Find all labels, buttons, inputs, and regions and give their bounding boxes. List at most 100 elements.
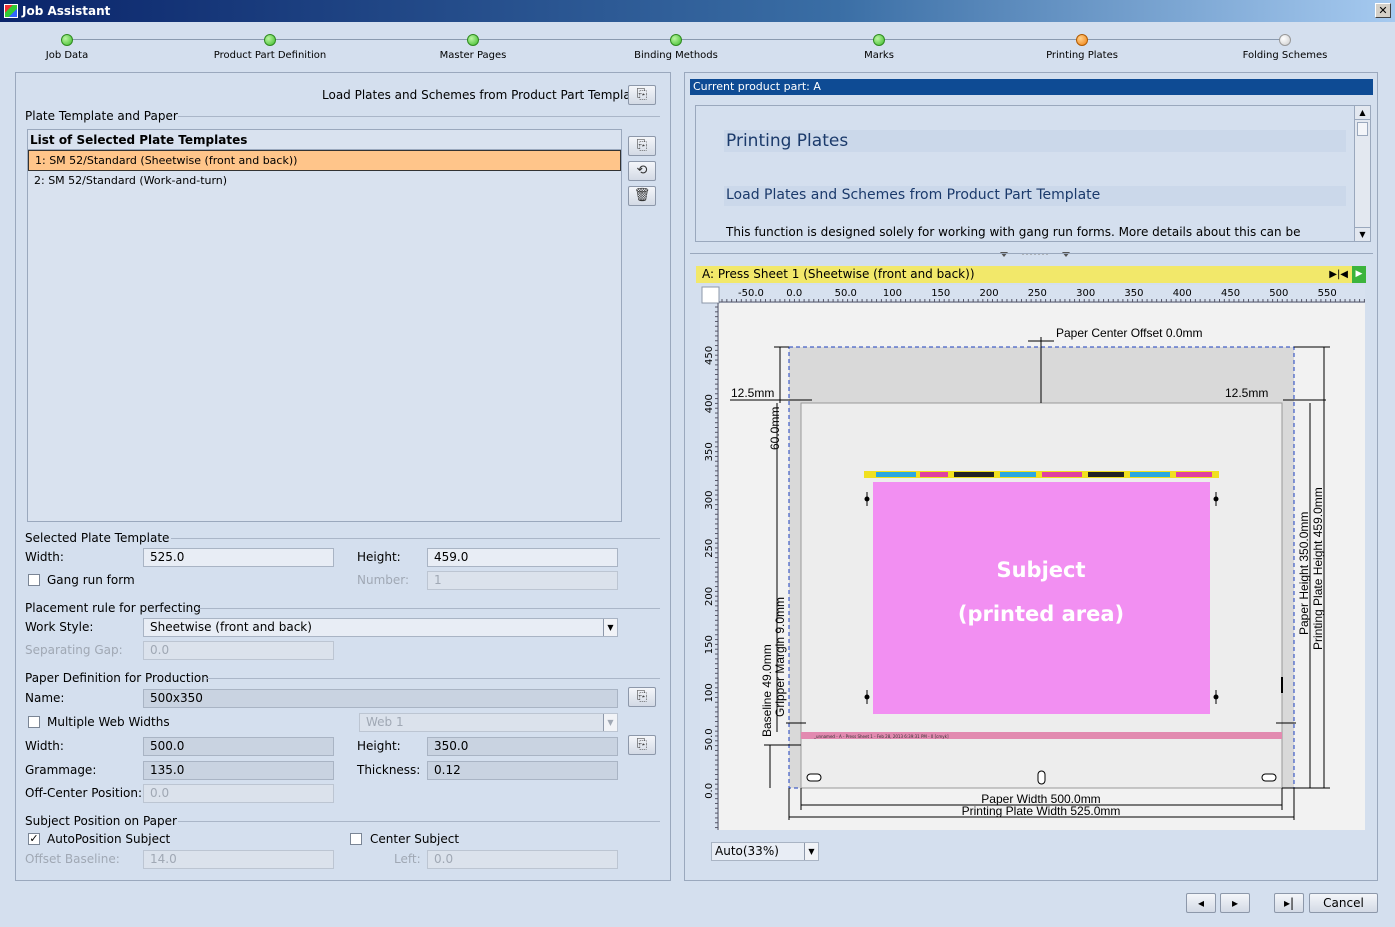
- workstyle-select[interactable]: Sheetwise (front and back) ▼: [143, 618, 618, 637]
- gang-run-label: Gang run form: [47, 573, 135, 587]
- ruler-tick-label: 50.0: [835, 288, 857, 299]
- list-item[interactable]: 1: SM 52/Standard (Sheetwise (front and …: [28, 150, 621, 171]
- plate-width-field[interactable]: 525.0: [143, 548, 334, 567]
- step-master-pages[interactable]: Master Pages: [393, 28, 553, 61]
- autoposition-label: AutoPosition Subject: [47, 832, 171, 846]
- paper-height-field[interactable]: 350.0: [427, 737, 618, 756]
- subject-section-title: Subject Position on Paper: [25, 814, 177, 828]
- load-paper-button[interactable]: ⎘: [628, 687, 656, 707]
- plate-section-title: Plate Template and Paper: [25, 109, 178, 123]
- step-product-part[interactable]: Product Part Definition: [190, 28, 350, 61]
- plate-height-field[interactable]: 459.0: [427, 548, 618, 567]
- help-scrollbar[interactable]: ▲ ▼: [1354, 106, 1370, 241]
- multiple-web-label: Multiple Web Widths: [47, 715, 170, 729]
- ruler-tick-label: 200: [980, 288, 999, 299]
- ruler-tick-label: 400: [704, 394, 715, 413]
- paper-height-dim: Paper Height 350.0mm: [1297, 512, 1311, 635]
- step-marks[interactable]: Marks: [799, 28, 959, 61]
- offset-baseline-field[interactable]: 14.0: [143, 850, 334, 869]
- ruler-tick-label: 400: [1173, 288, 1192, 299]
- ruler-tick-label: 50.0: [704, 728, 715, 750]
- delete-icon[interactable]: 🗑: [628, 186, 656, 206]
- right-margin-label: 12.5mm: [1225, 386, 1268, 400]
- finish-button[interactable]: ▸|: [1274, 893, 1304, 913]
- next-button[interactable]: ▸: [1220, 893, 1250, 913]
- grammage-field[interactable]: 135.0: [143, 761, 334, 780]
- next-sheet-icon[interactable]: ▶: [1352, 266, 1366, 283]
- load-template-label: Load Plates and Schemes from Product Par…: [322, 88, 643, 102]
- offcenter-label: Off-Center Position:: [25, 786, 143, 800]
- divider: [171, 538, 660, 539]
- ruler-tick-label: 550: [1318, 288, 1337, 299]
- subject-label: Subject: [996, 558, 1085, 582]
- center-offset-label: Paper Center Offset 0.0mm: [1056, 326, 1203, 340]
- height-label: Height:: [357, 550, 401, 564]
- offcenter-field[interactable]: 0.0: [143, 784, 334, 803]
- step-done-icon: [467, 34, 479, 46]
- zoom-value: Auto(33%): [715, 844, 779, 858]
- number-label: Number:: [357, 573, 410, 587]
- gripper-margin-dim: Gripper Margin 9.0mm: [773, 597, 787, 717]
- step-binding-methods[interactable]: Binding Methods: [596, 28, 756, 61]
- step-label: Folding Schemes: [1242, 50, 1328, 61]
- press-sheet-bar: A: Press Sheet 1 (Sheetwise (front and b…: [696, 266, 1366, 283]
- close-button[interactable]: ✕: [1375, 3, 1391, 18]
- step-job-data[interactable]: Job Data: [0, 28, 147, 61]
- paper-width-field[interactable]: 500.0: [143, 737, 334, 756]
- center-subject-checkbox[interactable]: [350, 833, 362, 845]
- gap-field[interactable]: 0.0: [143, 641, 334, 660]
- number-field[interactable]: 1: [427, 571, 618, 590]
- web-select[interactable]: Web 1 ▼: [359, 713, 618, 732]
- fit-width-icon[interactable]: ▶|◀: [1329, 266, 1348, 283]
- subject-area: [873, 482, 1210, 714]
- load-template-button[interactable]: ⎘: [628, 85, 656, 105]
- ruler-tick-label: 200: [704, 587, 715, 606]
- scroll-down-icon[interactable]: ▼: [1355, 227, 1370, 241]
- paper-section-title: Paper Definition for Production: [25, 671, 209, 685]
- paper-name-field[interactable]: 500x350: [143, 689, 618, 708]
- gang-run-checkbox[interactable]: [28, 574, 40, 586]
- pin-hole-icon: [806, 773, 822, 782]
- top-margin-dim: 60.0mm: [768, 407, 782, 450]
- divider: [178, 821, 660, 822]
- offset-baseline-label: Offset Baseline:: [25, 852, 120, 866]
- list-header: List of Selected Plate Templates: [28, 130, 621, 150]
- chevron-down-icon[interactable]: ▼: [804, 843, 818, 860]
- back-button[interactable]: ◂: [1186, 893, 1216, 913]
- name-label: Name:: [25, 691, 65, 705]
- paper-height-label: Height:: [357, 739, 401, 753]
- scroll-thumb[interactable]: [1357, 122, 1368, 136]
- help-subtitle: Load Plates and Schemes from Product Par…: [726, 187, 1101, 203]
- step-done-icon: [61, 34, 73, 46]
- zoom-select[interactable]: Auto(33%) ▼: [711, 842, 819, 861]
- left-offset-field[interactable]: 0.0: [427, 850, 618, 869]
- step-folding-schemes[interactable]: Folding Schemes: [1205, 28, 1365, 61]
- step-active-icon: [1076, 34, 1088, 46]
- baseline-dim: Baseline 49.0mm: [760, 644, 774, 737]
- plate-template-list[interactable]: List of Selected Plate Templates 1: SM 5…: [27, 129, 622, 522]
- step-done-icon: [873, 34, 885, 46]
- chevron-down-icon[interactable]: ▼: [603, 714, 617, 731]
- paper-settings-button[interactable]: ⎘: [628, 735, 656, 755]
- pin-hole-icon: [1037, 770, 1046, 785]
- thickness-field[interactable]: 0.12: [427, 761, 618, 780]
- ruler-tick-label: 100: [883, 288, 902, 299]
- grammage-label: Grammage:: [25, 763, 97, 777]
- scroll-up-icon[interactable]: ▲: [1355, 106, 1370, 120]
- chevron-down-icon[interactable]: ▼: [603, 619, 617, 636]
- web-value: Web 1: [366, 715, 404, 729]
- divider: [206, 678, 660, 679]
- cancel-button[interactable]: Cancel: [1309, 893, 1378, 913]
- replace-plate-button[interactable]: ⟲: [628, 161, 656, 181]
- add-plate-button[interactable]: ⎘: [628, 136, 656, 156]
- workstyle-value: Sheetwise (front and back): [150, 620, 312, 634]
- list-item[interactable]: 2: SM 52/Standard (Work-and-turn): [28, 171, 621, 192]
- step-printing-plates[interactable]: Printing Plates: [1002, 28, 1162, 61]
- subject-sublabel: (printed area): [958, 602, 1124, 626]
- step-done-icon: [670, 34, 682, 46]
- sheet-preview[interactable]: -50.0 0.0 50.0 100 150 200 250 300 350 400 450 500 5…: [700, 285, 1365, 830]
- workstyle-label: Work Style:: [25, 620, 94, 634]
- autoposition-checkbox[interactable]: ✓: [28, 833, 40, 845]
- multiple-web-checkbox[interactable]: [28, 716, 40, 728]
- divider: [690, 253, 1373, 254]
